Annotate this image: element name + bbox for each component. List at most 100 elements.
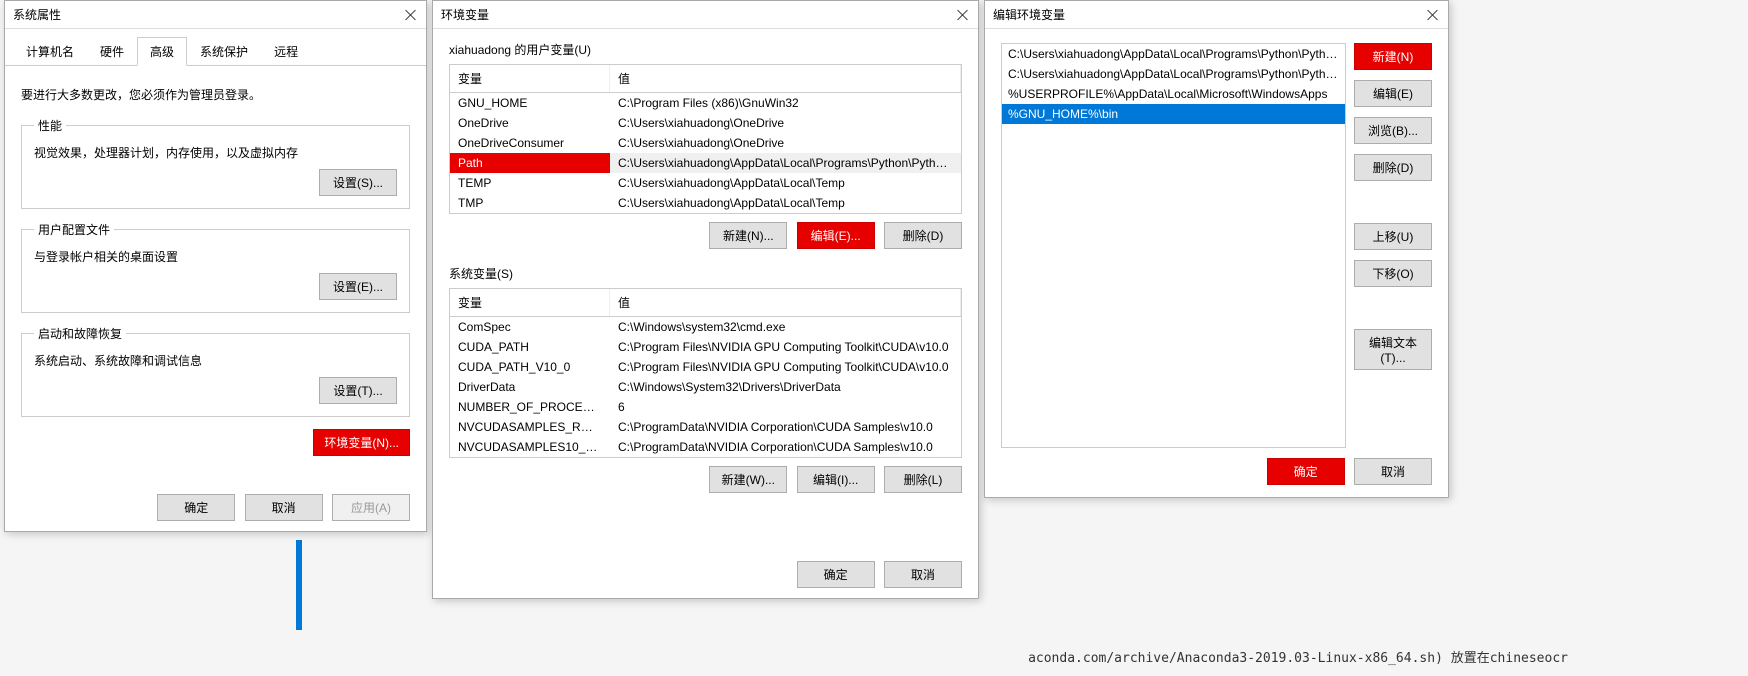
section-text: 视觉效果，处理器计划，内存使用，以及虚拟内存: [34, 144, 397, 161]
col-value[interactable]: 值: [610, 65, 961, 92]
var-name: OneDriveConsumer: [450, 133, 610, 153]
settings-e-button[interactable]: 设置(E)...: [319, 273, 397, 300]
titlebar: 环境变量: [433, 1, 978, 29]
environment-variables-button[interactable]: 环境变量(N)...: [313, 429, 410, 456]
cancel-button[interactable]: 取消: [1354, 458, 1432, 485]
browse-path-button[interactable]: 浏览(B)...: [1354, 117, 1432, 144]
table-body[interactable]: GNU_HOMEC:\Program Files (x86)\GnuWin32O…: [450, 93, 961, 213]
ok-button[interactable]: 确定: [157, 494, 235, 521]
table-row[interactable]: OneDriveConsumerC:\Users\xiahuadong\OneD…: [450, 133, 961, 153]
tab-computer-name[interactable]: 计算机名: [13, 37, 87, 65]
user-profiles-section: 用户配置文件 与登录帐户相关的桌面设置 设置(E)...: [21, 221, 410, 313]
var-name: GNU_HOME: [450, 93, 610, 113]
new-sys-var-button[interactable]: 新建(W)...: [709, 466, 787, 493]
new-user-var-button[interactable]: 新建(N)...: [709, 222, 787, 249]
path-item[interactable]: C:\Users\xiahuadong\AppData\Local\Progra…: [1002, 44, 1345, 64]
var-name: Path: [450, 153, 610, 173]
table-row[interactable]: GNU_HOMEC:\Program Files (x86)\GnuWin32: [450, 93, 961, 113]
table-row[interactable]: TEMPC:\Users\xiahuadong\AppData\Local\Te…: [450, 173, 961, 193]
var-value: C:\Users\xiahuadong\OneDrive: [610, 133, 961, 153]
cancel-button[interactable]: 取消: [245, 494, 323, 521]
col-variable[interactable]: 变量: [450, 65, 610, 92]
cancel-button[interactable]: 取消: [884, 561, 962, 588]
var-value: C:\ProgramData\NVIDIA Corporation\CUDA S…: [610, 437, 961, 457]
edit-environment-variable-dialog: 编辑环境变量 C:\Users\xiahuadong\AppData\Local…: [984, 0, 1449, 498]
var-name: ComSpec: [450, 317, 610, 337]
environment-variables-dialog: 环境变量 xiahuadong 的用户变量(U) 变量 值 GNU_HOMEC:…: [432, 0, 979, 599]
col-variable[interactable]: 变量: [450, 289, 610, 316]
table-body[interactable]: ComSpecC:\Windows\system32\cmd.exeCUDA_P…: [450, 317, 961, 457]
tab-advanced[interactable]: 高级: [137, 37, 187, 66]
settings-t-button[interactable]: 设置(T)...: [319, 377, 397, 404]
path-item[interactable]: C:\Users\xiahuadong\AppData\Local\Progra…: [1002, 64, 1345, 84]
var-name: NUMBER_OF_PROCESSORS: [450, 397, 610, 417]
user-vars-table: 变量 值 GNU_HOMEC:\Program Files (x86)\GnuW…: [449, 64, 962, 214]
dialog-buttons: 确定 取消: [433, 551, 978, 598]
table-row[interactable]: TMPC:\Users\xiahuadong\AppData\Local\Tem…: [450, 193, 961, 213]
user-vars-label: xiahuadong 的用户变量(U): [433, 41, 978, 58]
performance-section: 性能 视觉效果，处理器计划，内存使用，以及虚拟内存 设置(S)...: [21, 117, 410, 209]
edit-sys-var-button[interactable]: 编辑(I)...: [797, 466, 875, 493]
var-name: TMP: [450, 193, 610, 213]
settings-s-button[interactable]: 设置(S)...: [319, 169, 397, 196]
tab-system-protection[interactable]: 系统保护: [187, 37, 261, 65]
tab-content: 要进行大多数更改，您必须作为管理员登录。 性能 视觉效果，处理器计划，内存使用，…: [5, 66, 426, 470]
delete-sys-var-button[interactable]: 删除(L): [884, 466, 962, 493]
close-icon[interactable]: [404, 8, 418, 22]
apply-button[interactable]: 应用(A): [332, 494, 410, 521]
var-value: C:\Program Files\NVIDIA GPU Computing To…: [610, 357, 961, 377]
edit-text-button[interactable]: 编辑文本(T)...: [1354, 329, 1432, 370]
startup-recovery-section: 启动和故障恢复 系统启动、系统故障和调试信息 设置(T)...: [21, 325, 410, 417]
table-row[interactable]: OneDriveC:\Users\xiahuadong\OneDrive: [450, 113, 961, 133]
close-icon[interactable]: [1426, 8, 1440, 22]
var-value: C:\Windows\System32\Drivers\DriverData: [610, 377, 961, 397]
new-path-button[interactable]: 新建(N): [1354, 43, 1432, 70]
titlebar: 系统属性: [5, 1, 426, 29]
ok-button[interactable]: 确定: [1267, 458, 1345, 485]
table-row[interactable]: PathC:\Users\xiahuadong\AppData\Local\Pr…: [450, 153, 961, 173]
section-legend: 启动和故障恢复: [34, 325, 126, 342]
ok-button[interactable]: 确定: [797, 561, 875, 588]
var-value: 6: [610, 397, 961, 417]
table-row[interactable]: NVCUDASAMPLES10_0_R...C:\ProgramData\NVI…: [450, 437, 961, 457]
table-row[interactable]: CUDA_PATHC:\Program Files\NVIDIA GPU Com…: [450, 337, 961, 357]
section-text: 与登录帐户相关的桌面设置: [34, 248, 397, 265]
sys-vars-buttons: 新建(W)... 编辑(I)... 删除(L): [433, 458, 978, 497]
admin-info: 要进行大多数更改，您必须作为管理员登录。: [21, 86, 410, 103]
edit-user-var-button[interactable]: 编辑(E)...: [797, 222, 875, 249]
section-legend: 性能: [34, 117, 66, 134]
edit-path-button[interactable]: 编辑(E): [1354, 80, 1432, 107]
dialog-title: 环境变量: [441, 6, 489, 23]
sys-vars-table: 变量 值 ComSpecC:\Windows\system32\cmd.exeC…: [449, 288, 962, 458]
col-value[interactable]: 值: [610, 289, 961, 316]
table-row[interactable]: NVCUDASAMPLES_ROOTC:\ProgramData\NVIDIA …: [450, 417, 961, 437]
table-row[interactable]: CUDA_PATH_V10_0C:\Program Files\NVIDIA G…: [450, 357, 961, 377]
tab-remote[interactable]: 远程: [261, 37, 311, 65]
move-up-button[interactable]: 上移(U): [1354, 223, 1432, 250]
close-icon[interactable]: [956, 8, 970, 22]
tab-hardware[interactable]: 硬件: [87, 37, 137, 65]
dialog-title: 编辑环境变量: [993, 6, 1065, 23]
table-row[interactable]: NUMBER_OF_PROCESSORS6: [450, 397, 961, 417]
path-item[interactable]: %USERPROFILE%\AppData\Local\Microsoft\Wi…: [1002, 84, 1345, 104]
var-value: C:\Users\xiahuadong\AppData\Local\Temp: [610, 193, 961, 213]
tab-strip: 计算机名 硬件 高级 系统保护 远程: [5, 29, 426, 66]
spacer: [1354, 191, 1432, 213]
table-row[interactable]: DriverDataC:\Windows\System32\Drivers\Dr…: [450, 377, 961, 397]
path-item[interactable]: %GNU_HOME%\bin: [1002, 104, 1345, 124]
move-down-button[interactable]: 下移(O): [1354, 260, 1432, 287]
dialog-buttons: 确定 取消: [1261, 458, 1432, 485]
var-name: CUDA_PATH_V10_0: [450, 357, 610, 377]
var-name: DriverData: [450, 377, 610, 397]
dialog-buttons: 确定 取消 应用(A): [5, 484, 426, 531]
table-row[interactable]: ComSpecC:\Windows\system32\cmd.exe: [450, 317, 961, 337]
path-list[interactable]: C:\Users\xiahuadong\AppData\Local\Progra…: [1001, 43, 1346, 448]
delete-user-var-button[interactable]: 删除(D): [884, 222, 962, 249]
user-vars-buttons: 新建(N)... 编辑(E)... 删除(D): [433, 214, 978, 253]
system-properties-dialog: 系统属性 计算机名 硬件 高级 系统保护 远程 要进行大多数更改，您必须作为管理…: [4, 0, 427, 532]
var-value: C:\Users\xiahuadong\AppData\Local\Temp: [610, 173, 961, 193]
var-name: CUDA_PATH: [450, 337, 610, 357]
delete-path-button[interactable]: 删除(D): [1354, 154, 1432, 181]
side-buttons: 新建(N) 编辑(E) 浏览(B)... 删除(D) 上移(U) 下移(O) 编…: [1354, 43, 1432, 370]
var-name: OneDrive: [450, 113, 610, 133]
